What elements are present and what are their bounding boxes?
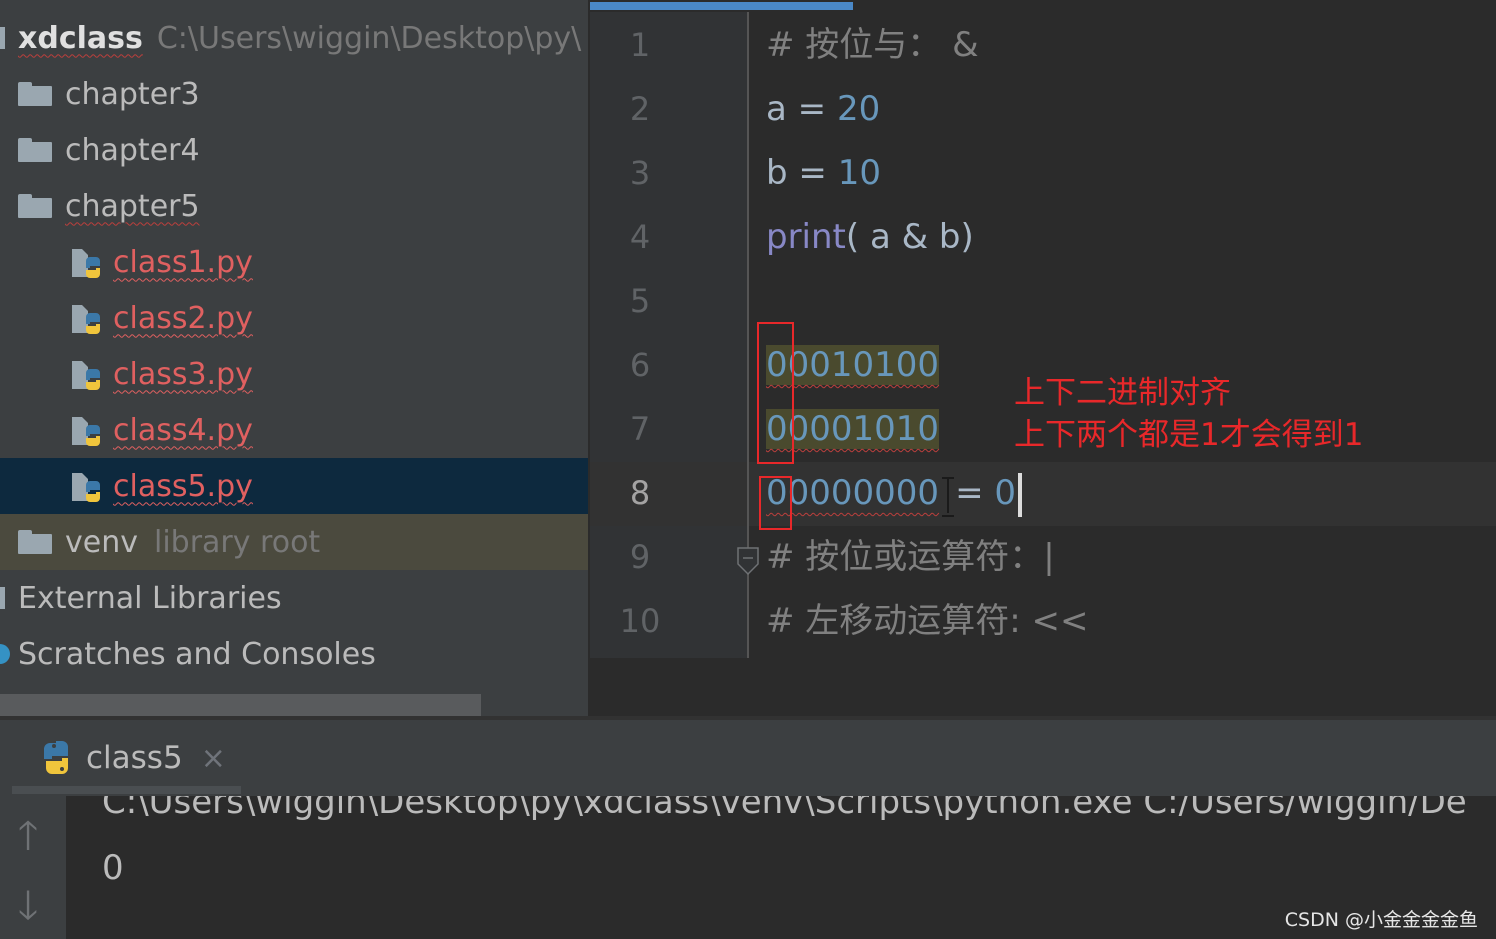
- code-comment: # 按位与： &: [766, 25, 979, 65]
- code-line-8: 00000000 = 0: [766, 461, 1022, 525]
- tree-item-external-libraries[interactable]: External Libraries: [0, 570, 588, 626]
- mouse-ibeam-cursor: [942, 476, 955, 517]
- code-operator: =: [955, 473, 995, 513]
- run-tool-window-header: class5 ×: [0, 720, 1496, 796]
- code-number: 0: [994, 473, 1016, 513]
- folder-icon: [18, 194, 52, 218]
- tree-item-label: class3.py: [113, 356, 253, 392]
- run-toolbar: 🡑 🡓: [0, 796, 66, 939]
- run-tab-label: class5: [86, 740, 183, 776]
- tree-item-class1-py[interactable]: class1.py: [0, 234, 588, 290]
- code-variable: a: [766, 89, 787, 129]
- python-file-icon: [72, 305, 100, 334]
- line-number: 1: [629, 26, 651, 64]
- code-editor[interactable]: 1 2 3 4 5 6 7 8 9 10 # 按位与： & a = 20 b =…: [590, 0, 1496, 658]
- line-number: 3: [629, 154, 651, 192]
- down-arrow-icon[interactable]: 🡓: [10, 884, 46, 928]
- code-variable: b: [766, 153, 788, 193]
- tree-item-label: class4.py: [113, 412, 253, 448]
- code-line-9: # 按位或运算符：|: [766, 525, 1055, 589]
- annotation-text-line-2: 上下两个都是1才会得到1: [1014, 417, 1364, 453]
- code-comment: # 左移动运算符: <<: [766, 601, 1089, 641]
- fold-marker-icon[interactable]: [736, 546, 760, 576]
- folder-icon: [18, 82, 52, 106]
- line-number-current: 8: [629, 474, 651, 512]
- python-file-icon: [72, 249, 100, 278]
- tree-item-venv[interactable]: venv library root: [0, 514, 588, 570]
- tree-item-label: External Libraries: [18, 580, 282, 616]
- tree-root-path: C:\Users\wiggin\Desktop\py\: [156, 20, 582, 56]
- tree-item-label: class2.py: [113, 300, 253, 336]
- code-number: 10: [837, 153, 881, 193]
- tree-item-scratches[interactable]: Scratches and Consoles: [0, 626, 588, 682]
- tree-item-chapter5[interactable]: chapter5: [0, 178, 588, 234]
- horizontal-scrollbar[interactable]: [0, 694, 481, 716]
- text-caret: [1018, 472, 1022, 517]
- line-number: 4: [629, 218, 651, 256]
- tree-item-label: class1.py: [113, 244, 253, 280]
- project-tool-window: xdclass C:\Users\wiggin\Desktop\py\ chap…: [0, 0, 588, 718]
- line-number: 10: [619, 602, 661, 640]
- run-console[interactable]: C:\Users\wiggin\Desktop\py\xdclass\venv\…: [66, 796, 1496, 939]
- tree-indent-mark: [0, 27, 5, 49]
- active-editor-tab-indicator: [590, 2, 853, 10]
- tree-item-chapter3[interactable]: chapter3: [0, 66, 588, 122]
- line-number: 9: [629, 538, 651, 576]
- tree-root-xdclass[interactable]: xdclass C:\Users\wiggin\Desktop\py\: [0, 10, 588, 66]
- code-line-10: # 左移动运算符: <<: [766, 589, 1089, 653]
- annotation-text-line-1: 上下二进制对齐: [1014, 375, 1231, 411]
- code-line-1: # 按位与： &: [766, 13, 979, 77]
- code-line-4: print( a & b): [766, 205, 974, 269]
- annotation-highlight-box: [759, 476, 792, 530]
- tree-item-label: venv: [65, 524, 138, 560]
- tree-indent-mark: [0, 587, 5, 609]
- line-number: 6: [629, 346, 651, 384]
- python-file-icon: [72, 473, 100, 502]
- tree-item-class3-py[interactable]: class3.py: [0, 346, 588, 402]
- line-number: 2: [629, 90, 651, 128]
- scratches-icon: [0, 644, 10, 664]
- folder-icon: [18, 138, 52, 162]
- line-number: 7: [629, 410, 651, 448]
- run-tab-class5[interactable]: class5 ×: [12, 720, 241, 796]
- console-output-line: 0: [102, 848, 124, 888]
- code-operator: =: [787, 153, 838, 193]
- tree-item-class5-py[interactable]: class5.py: [0, 458, 588, 514]
- tree-item-chapter4[interactable]: chapter4: [0, 122, 588, 178]
- tree-item-label: class5.py: [113, 468, 253, 504]
- python-icon: [44, 741, 68, 774]
- tree-item-class2-py[interactable]: class2.py: [0, 290, 588, 346]
- code-line-3: b = 10: [766, 141, 881, 205]
- code-operator: =: [786, 89, 837, 129]
- code-arguments: ( a & b): [845, 217, 974, 257]
- tree-root-label: xdclass: [18, 20, 143, 56]
- code-comment: # 按位或运算符：|: [766, 537, 1055, 577]
- tree-item-label: chapter3: [65, 76, 200, 112]
- annotation-highlight-box: [757, 322, 794, 464]
- run-tab-active-underline: [12, 786, 241, 794]
- console-command-line: C:\Users\wiggin\Desktop\py\xdclass\venv\…: [102, 796, 1467, 822]
- tree-item-class4-py[interactable]: class4.py: [0, 402, 588, 458]
- close-icon[interactable]: ×: [201, 741, 226, 776]
- csdn-watermark: CSDN @小金金金金鱼: [1284, 909, 1478, 931]
- folder-icon: [18, 530, 52, 554]
- tree-item-label: chapter4: [65, 132, 200, 168]
- code-line-2: a = 20: [766, 77, 880, 141]
- python-file-icon: [72, 361, 100, 390]
- current-line-highlight: [590, 462, 1496, 526]
- python-file-icon: [72, 417, 100, 446]
- code-number: 20: [836, 89, 881, 129]
- editor-empty-area: [590, 658, 1496, 718]
- code-builtin-print: print: [766, 217, 846, 257]
- tree-item-label: chapter5: [65, 188, 200, 224]
- line-number: 5: [629, 282, 651, 320]
- up-arrow-icon[interactable]: 🡑: [10, 814, 46, 858]
- tree-item-label: Scratches and Consoles: [18, 636, 376, 672]
- library-root-hint: library root: [153, 524, 321, 560]
